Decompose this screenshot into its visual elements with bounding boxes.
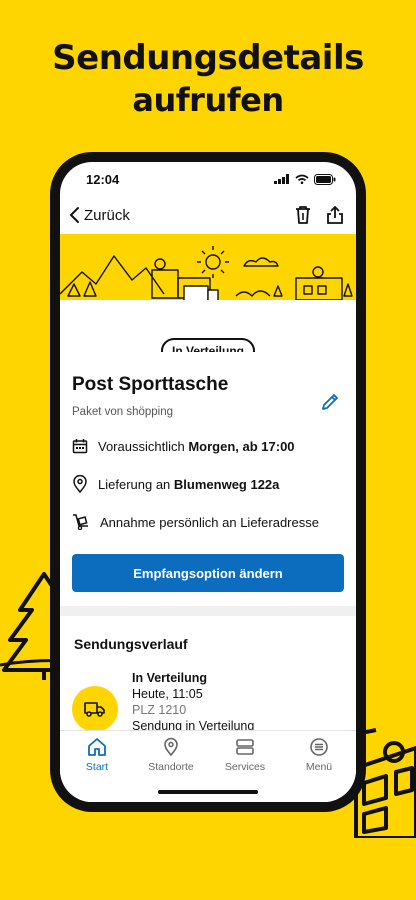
menu-icon (310, 738, 328, 756)
tab-start[interactable]: Start (66, 737, 128, 802)
chevron-left-icon (69, 207, 79, 223)
hand-truck-icon (73, 514, 88, 530)
bottom-tab-bar: Start Standorte Services Menü (60, 730, 356, 802)
eta-value: Morgen, ab 17:00 (188, 438, 295, 454)
tab-services-label: Services (224, 761, 266, 773)
delivery-truck-icon (84, 702, 105, 717)
status-time: 12:04 (86, 171, 120, 187)
history-status: In Verteilung (132, 671, 208, 685)
phone-frame: 12:04 Zurück In Verteilung Post Sporttas… (50, 152, 366, 812)
section-divider (60, 606, 356, 616)
tab-standorte-label: Standorte (148, 761, 194, 773)
edit-pencil-icon[interactable] (320, 392, 340, 412)
change-receiving-option-button[interactable]: Empfangsoption ändern (72, 554, 344, 592)
shipment-sender: Paket von shöpping (72, 406, 174, 418)
tab-menu[interactable]: Menü (288, 737, 350, 802)
wifi-icon (295, 174, 309, 184)
hero-illustration: In Verteilung (60, 234, 356, 352)
tab-menu-label: Menü (305, 761, 333, 773)
headline-line-1: Sendungsdetails (52, 38, 364, 78)
shipment-card: Post Sporttasche Paket von shöpping Vora… (60, 352, 356, 592)
delivery-prefix: Lieferung an (98, 476, 174, 492)
history-plz: PLZ 1210 (132, 703, 187, 717)
home-indicator (158, 790, 258, 794)
history-title: Sendungsverlauf (74, 636, 188, 652)
delivery-row: Lieferung an Blumenweg 122a (72, 474, 344, 494)
eta-prefix: Voraussichtlich (98, 438, 189, 454)
acceptance-row: Annahme persönlich an Lieferadresse (72, 512, 344, 532)
battery-icon (314, 173, 336, 185)
marketing-headline: Sendungsdetails aufrufen (0, 36, 416, 120)
share-icon[interactable] (326, 205, 344, 225)
services-icon (236, 739, 254, 755)
signal-icon (274, 174, 289, 184)
trash-icon[interactable] (294, 205, 312, 225)
status-bar: 12:04 (60, 162, 356, 196)
home-icon (88, 738, 106, 756)
history-time: Heute, 11:05 (132, 687, 203, 701)
delivery-address: Blumenweg 122a (173, 476, 280, 492)
shipment-title: Post Sporttasche (72, 374, 229, 395)
tab-start-label: Start (85, 761, 109, 773)
map-pin-icon (164, 737, 178, 757)
calendar-icon (72, 439, 88, 454)
history-item: In Verteilung Heute, 11:05 PLZ 1210 Send… (60, 652, 356, 734)
navigation-bar: Zurück (60, 196, 356, 234)
location-pin-icon (73, 475, 87, 493)
app-screen: 12:04 Zurück In Verteilung Post Sporttas… (60, 162, 356, 802)
eta-row: Voraussichtlich Morgen, ab 17:00 (72, 436, 344, 456)
back-button[interactable]: Zurück (68, 206, 130, 224)
timeline-dot (72, 686, 118, 732)
status-badge: In Verteilung (160, 338, 256, 352)
headline-line-2: aufrufen (132, 81, 284, 119)
back-label: Zurück (84, 206, 130, 224)
acceptance-text: Annahme persönlich an Lieferadresse (100, 514, 319, 530)
